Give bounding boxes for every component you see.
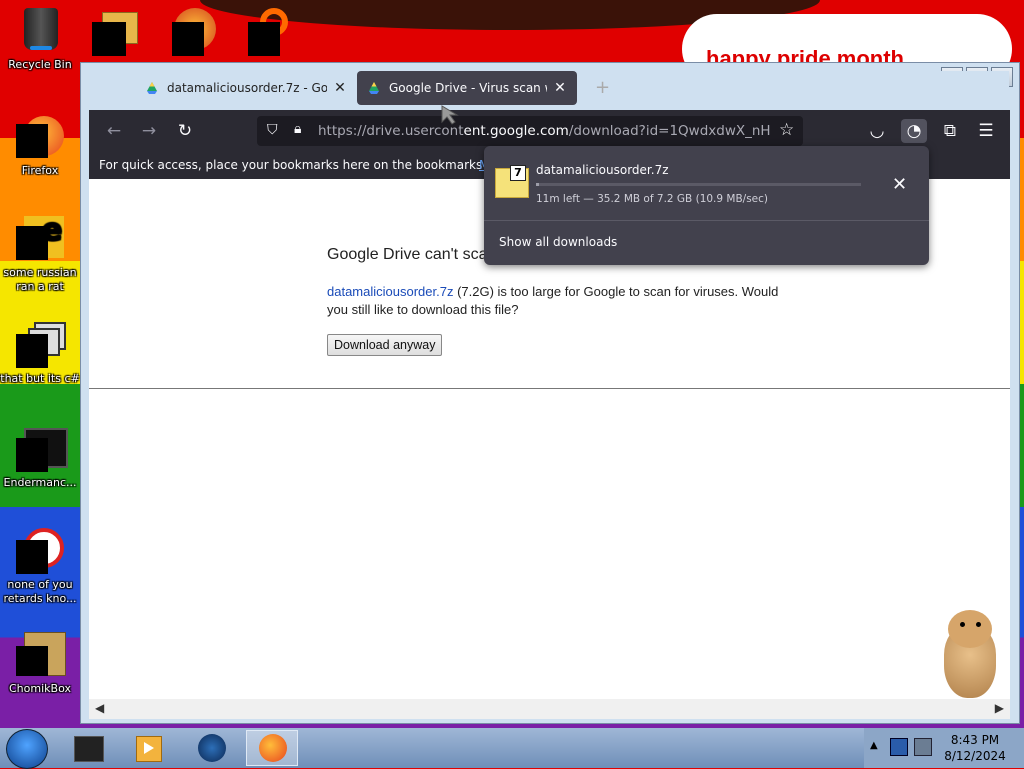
terminal-window-icon bbox=[16, 424, 68, 472]
bookmarks-hint: For quick access, place your bookmarks h… bbox=[99, 158, 532, 172]
hamster-box-icon bbox=[16, 630, 66, 678]
desktop-firefox-old-icon[interactable] bbox=[170, 6, 216, 56]
bookmark-star-icon[interactable]: ☆ bbox=[779, 120, 794, 140]
7z-file-icon: 7 bbox=[495, 165, 529, 198]
download-progress-bar bbox=[536, 183, 861, 186]
extensions-icon[interactable]: ⧉ bbox=[937, 119, 963, 143]
start-button-icon[interactable] bbox=[6, 729, 48, 769]
desktop-folder-icon[interactable] bbox=[92, 6, 138, 56]
tray-expand-icon[interactable]: ▲ bbox=[870, 740, 878, 751]
red-circle-icon bbox=[16, 526, 64, 574]
shield-icon[interactable]: ⛉ bbox=[267, 122, 278, 138]
horizontal-scrollbar[interactable]: ◀ ▶ bbox=[89, 699, 1010, 719]
volume-icon[interactable] bbox=[914, 738, 932, 756]
desktop-icon-label: that but its c# bbox=[0, 372, 80, 385]
taskbar-app-firefox[interactable] bbox=[246, 730, 298, 766]
taskbar-app-media[interactable] bbox=[122, 730, 174, 766]
forward-icon[interactable]: → bbox=[136, 119, 162, 143]
google-drive-icon bbox=[147, 82, 157, 94]
url-bar[interactable]: ⛉ 🔒︎ https://drive.usercontent.google.co… bbox=[257, 116, 803, 146]
desktop-icon-russian-rat[interactable]: e some russian ran a rat bbox=[0, 214, 80, 294]
downloads-icon[interactable]: ◔ bbox=[901, 119, 927, 143]
desktop-icon-label: ChomikBox bbox=[9, 682, 71, 695]
show-all-downloads-button[interactable]: Show all downloads bbox=[499, 235, 617, 249]
taskbar-app-box[interactable] bbox=[62, 730, 114, 766]
desktop-icon-that-but-csharp[interactable]: that but its c# bbox=[0, 320, 80, 386]
download-filename[interactable]: datamaliciousorder.7z bbox=[536, 163, 669, 177]
tab-close-icon[interactable]: ✕ bbox=[553, 80, 567, 96]
file-link[interactable]: datamaliciousorder.7z bbox=[327, 284, 453, 299]
desktop-icon-label: Endermanc... bbox=[3, 476, 77, 489]
menu-icon[interactable]: ☰ bbox=[973, 119, 999, 143]
new-tab-icon[interactable]: + bbox=[595, 77, 610, 98]
desktop-ring-icon[interactable] bbox=[248, 6, 294, 56]
tab-close-icon[interactable]: ✕ bbox=[333, 80, 347, 96]
lock-icon[interactable]: 🔒︎ bbox=[294, 121, 301, 137]
page-heading: Google Drive can't sca bbox=[327, 246, 488, 263]
desktop-icon-label: Recycle Bin bbox=[8, 58, 72, 71]
page-message: datamaliciousorder.7z (7.2G) is too larg… bbox=[327, 284, 779, 317]
taskbar: ▲ 8:43 PM 8/12/2024 bbox=[0, 728, 1024, 769]
desktop-icon-label: some russian ran a rat bbox=[3, 266, 77, 293]
reload-icon[interactable]: ↻ bbox=[172, 119, 198, 143]
pocket-icon[interactable]: ◡ bbox=[864, 119, 890, 143]
desktop-icon-label: Firefox bbox=[21, 164, 59, 177]
mouse-cursor-icon bbox=[441, 105, 459, 125]
divider bbox=[484, 220, 929, 221]
desktop-icon-label: none of you retards kno... bbox=[3, 578, 77, 605]
windows-stack-icon bbox=[16, 320, 66, 368]
tab-strip: datamaliciousorder.7z - Google ✕ Google … bbox=[89, 71, 1009, 111]
tab-virus-scan-warning[interactable]: Google Drive - Virus scan warn ✕ bbox=[357, 71, 577, 105]
desktop-icon-recycle-bin[interactable]: Recycle Bin bbox=[0, 6, 80, 72]
tab-datamaliciousorder[interactable]: datamaliciousorder.7z - Google ✕ bbox=[135, 71, 357, 105]
tab-title: datamaliciousorder.7z - Google bbox=[167, 81, 327, 95]
clock-date: 8/12/2024 bbox=[944, 749, 1006, 763]
clock-time: 8:43 PM bbox=[950, 733, 1000, 747]
url-text: https://drive.usercontent.google.com/dow… bbox=[318, 123, 770, 139]
google-drive-icon bbox=[369, 82, 379, 94]
tab-title: Google Drive - Virus scan warn bbox=[389, 81, 547, 95]
clock[interactable]: 8:43 PM 8/12/2024 bbox=[940, 732, 1010, 764]
downloads-panel: 7 datamaliciousorder.7z 11m left — 35.2 … bbox=[484, 146, 929, 265]
scroll-left-icon[interactable]: ◀ bbox=[95, 701, 104, 715]
desktop-icon-endermanch[interactable]: Endermanc... bbox=[0, 424, 80, 490]
ie-style-icon: e bbox=[16, 214, 64, 262]
cancel-download-icon[interactable]: ✕ bbox=[892, 174, 907, 195]
desktop-icon-firefox[interactable]: Firefox bbox=[0, 112, 80, 178]
back-icon[interactable]: ← bbox=[101, 119, 127, 143]
network-icon[interactable] bbox=[890, 738, 908, 756]
taskbar-app-globe[interactable] bbox=[186, 730, 238, 766]
firefox-icon bbox=[16, 112, 64, 160]
desktop-icon-none-of-you[interactable]: none of you retards kno... bbox=[0, 526, 80, 606]
desktop-icon-chomikbox[interactable]: ChomikBox bbox=[0, 630, 80, 696]
recycle-bin-icon bbox=[16, 6, 64, 54]
download-anyway-button[interactable]: Download anyway bbox=[327, 334, 443, 356]
divider bbox=[89, 388, 1010, 389]
hamster-sticker bbox=[930, 606, 1006, 706]
download-status: 11m left — 35.2 MB of 7.2 GB (10.9 MB/se… bbox=[536, 193, 769, 205]
